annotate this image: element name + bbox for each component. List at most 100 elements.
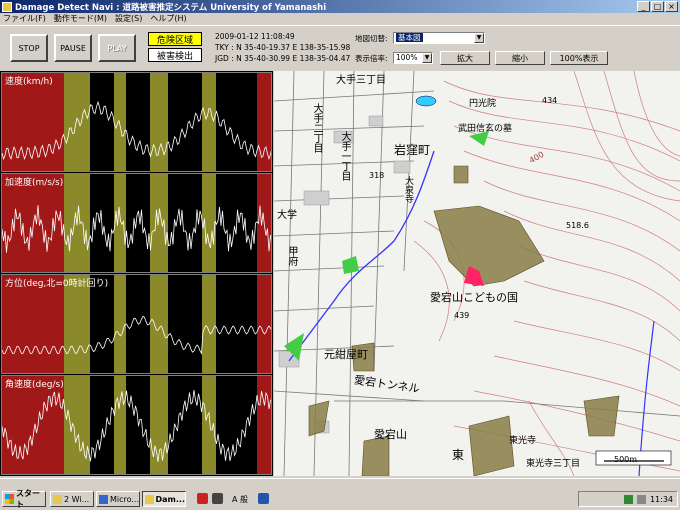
map-switch-select[interactable]: 基本図 ▼ [393, 32, 485, 44]
taskbar-item-explorer[interactable]: 2 Wi... [50, 491, 94, 507]
heading-graph: 方位(deg,北=0時計回り) [1, 274, 272, 374]
quick-launch-icon[interactable] [197, 493, 208, 504]
map-label: 愛宕山こどもの国 [430, 291, 518, 304]
app-icon [2, 1, 12, 12]
zoom-ratio-label: 表示倍率: [355, 54, 388, 63]
hazard-zones [308, 165, 620, 476]
zone-band [168, 275, 202, 373]
start-button[interactable]: スタート [2, 489, 46, 509]
zone-band [150, 73, 168, 171]
zone-band [114, 73, 126, 171]
contour-lines [413, 71, 680, 476]
heading-graph-plot [2, 275, 271, 373]
start-label: スタート [16, 489, 41, 509]
minimize-button[interactable]: _ [637, 1, 650, 12]
elevation-label: 318 [369, 171, 385, 180]
zone-band [257, 275, 271, 373]
close-button[interactable]: × [665, 1, 678, 12]
map-label: 元紺屋町 [324, 348, 368, 361]
zone-band [64, 73, 90, 171]
zoom-reset-button[interactable]: 100%表示 [550, 51, 608, 65]
angular-velocity-graph-label: 角速度(deg/s) [5, 380, 64, 390]
zone-band [168, 376, 202, 474]
menu-mode[interactable]: 動作モード(M) [54, 13, 107, 25]
menu-file[interactable]: ファイル(F) [3, 13, 46, 25]
park-area [342, 256, 359, 274]
scale-label: 500m [614, 455, 638, 464]
window-title: Damage Detect Navi : 道路被害推定システム Universi… [15, 2, 327, 13]
heading-graph-label: 方位(deg,北=0時計回り) [5, 279, 109, 289]
zone-band [202, 275, 216, 373]
menu-bar: ファイル(F) 動作モード(M) 設定(S) ヘルプ(H) [0, 13, 680, 25]
map-label: 岩窪町 [394, 143, 431, 157]
windows-logo-icon [5, 494, 15, 504]
sensor-graphs: 速度(km/h) 加速度(m/s/s) 方位(deg,北=0時計回り) 角速度(… [0, 71, 273, 476]
map-label: 甲府 [286, 246, 297, 266]
zone-band [114, 275, 126, 373]
zone-band [216, 275, 257, 373]
system-tray: 11:34 [578, 491, 678, 507]
zone-band [2, 275, 64, 373]
map-view[interactable]: 大手三丁目 大手二丁目 大手一丁目 円光院 武田信玄の墓 岩窪町 大泉寺 愛宕山… [274, 71, 680, 476]
zone-band [90, 376, 114, 474]
elevation-label: 439 [454, 311, 470, 320]
zoom-out-button[interactable]: 縮小 [495, 51, 545, 65]
volume-icon[interactable] [636, 494, 646, 504]
zone-band [2, 376, 64, 474]
zone-band [216, 376, 257, 474]
damage-detect-indicator: 被害検出 [148, 48, 202, 62]
ime-tool-icon[interactable] [258, 493, 269, 504]
map-label: 円光院 [469, 99, 497, 109]
elevation-label: 518.6 [566, 221, 589, 230]
folder-icon [53, 494, 62, 504]
zoom-in-button[interactable]: 拡大 [440, 51, 490, 65]
app-icon [145, 494, 154, 504]
zone-band [126, 73, 150, 171]
map-label: 東光寺 [509, 436, 537, 446]
tky-coordinates: TKY : N 35-40-19.37 E 138-35-15.98 [215, 43, 351, 52]
menu-help[interactable]: ヘルプ(H) [150, 13, 186, 25]
ime-indicator[interactable]: A 般 [232, 494, 248, 505]
map-switch-value: 基本図 [396, 33, 423, 42]
network-icon[interactable] [623, 494, 633, 504]
acceleration-graph: 加速度(m/s/s) [1, 173, 272, 273]
pause-button[interactable]: PAUSE [54, 34, 92, 62]
zone-band [168, 174, 202, 272]
zone-band [126, 275, 150, 373]
zone-band [90, 73, 114, 171]
stop-button[interactable]: STOP [10, 34, 48, 62]
taskbar-item-microsoft[interactable]: Micro... [96, 491, 140, 507]
task-label: 2 Wi... [64, 494, 90, 504]
map-label: 大手二丁目 [311, 103, 322, 153]
zone-band [150, 174, 168, 272]
zone-band [90, 275, 114, 373]
speed-graph: 速度(km/h) [1, 72, 272, 172]
map-label: 愛宕山 [374, 428, 407, 441]
taskbar-item-damage-navi[interactable]: Dam... [142, 491, 186, 507]
chevron-down-icon[interactable]: ▼ [422, 53, 432, 63]
map-label: 武田信玄の墓 [458, 124, 513, 134]
map-label: 大手三丁目 [336, 75, 386, 86]
zone-band [114, 376, 126, 474]
jgd-coordinates: JGD : N 35-40-30.99 E 138-35-04.47 [215, 54, 351, 63]
chevron-down-icon[interactable]: ▼ [474, 33, 484, 43]
play-button[interactable]: PLAY [98, 34, 136, 62]
task-label: Dam... [155, 494, 186, 504]
map-label: 大手一丁目 [339, 131, 350, 181]
map-label: 東光寺三丁目 [526, 459, 581, 469]
zone-band [150, 376, 168, 474]
menu-settings[interactable]: 設定(S) [115, 13, 142, 25]
zone-band [126, 376, 150, 474]
maximize-button[interactable]: □ [651, 1, 664, 12]
elevation-label: 434 [542, 96, 558, 105]
toolbar: STOP PAUSE PLAY 危険区域 被害検出 2009-01-12 11:… [0, 25, 680, 70]
map-label: 大学 [277, 210, 297, 221]
zone-band [257, 376, 271, 474]
quick-launch-icon[interactable] [212, 493, 223, 504]
title-bar: Damage Detect Navi : 道路被害推定システム Universi… [0, 0, 680, 13]
zone-band [64, 275, 90, 373]
angular-velocity-graph-plot [2, 376, 271, 474]
zoom-ratio-select[interactable]: 100% ▼ [393, 52, 433, 64]
zone-band [168, 73, 202, 171]
pond [415, 95, 437, 107]
